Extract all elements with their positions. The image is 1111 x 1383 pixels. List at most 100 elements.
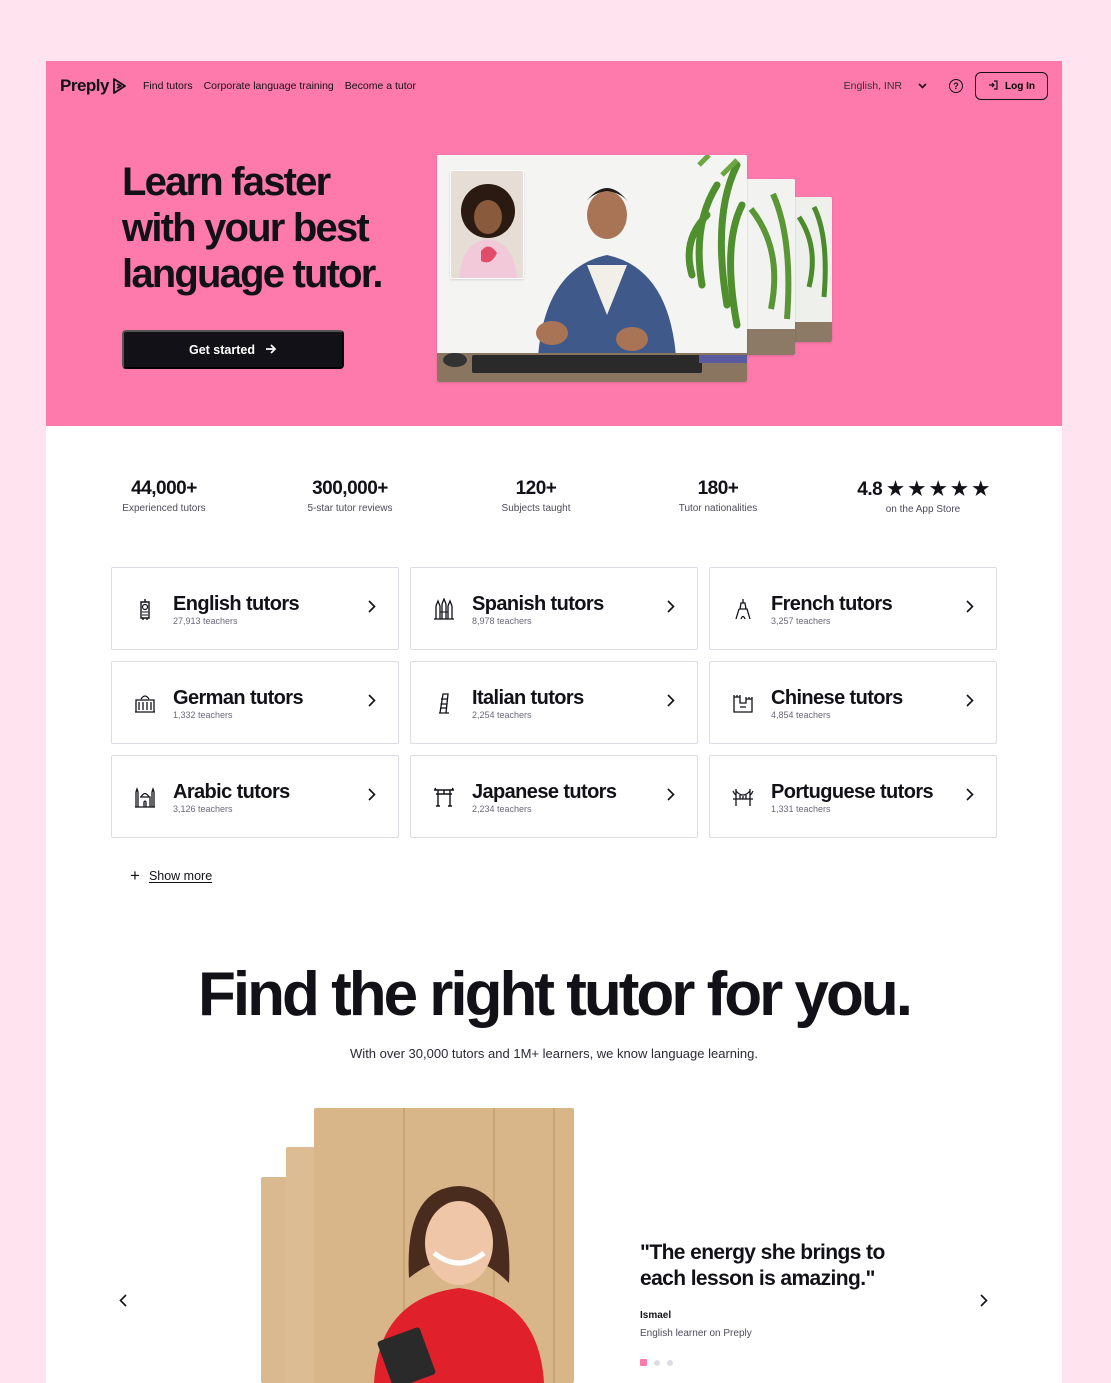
find-tutor-subtitle: With over 30,000 tutors and 1M+ learners… bbox=[350, 1046, 758, 1061]
card-title: Chinese tutors bbox=[771, 686, 903, 709]
chevron-right-icon bbox=[368, 599, 376, 618]
tutor-card-english[interactable]: English tutors 27,913 teachers bbox=[111, 567, 399, 650]
preply-logo[interactable]: Preply bbox=[60, 76, 127, 96]
chevron-right-icon bbox=[966, 787, 974, 806]
stat-subjects: 120+ Subjects taught bbox=[482, 478, 590, 514]
carousel-dot[interactable] bbox=[640, 1359, 647, 1366]
card-count: 2,254 teachers bbox=[472, 709, 532, 720]
stat-value: 120+ bbox=[515, 478, 557, 499]
carousel-prev-arrow[interactable] bbox=[119, 1294, 127, 1312]
stat-label: on the App Store bbox=[885, 504, 961, 515]
tutor-card-italian[interactable]: Italian tutors 2,254 teachers bbox=[410, 661, 698, 744]
tutor-card-arabic[interactable]: Arabic tutors 3,126 teachers bbox=[111, 755, 399, 838]
tutor-card-chinese[interactable]: Chinese tutors 4,854 teachers bbox=[709, 661, 997, 744]
nav-link-find-tutors[interactable]: Find tutors bbox=[143, 80, 193, 92]
stat-value: 180+ bbox=[697, 478, 739, 499]
tutor-card-spanish[interactable]: Spanish tutors 8,978 teachers bbox=[410, 567, 698, 650]
carousel-next-arrow[interactable] bbox=[980, 1294, 988, 1312]
card-count: 2,234 teachers bbox=[472, 803, 532, 814]
card-title: Arabic tutors bbox=[173, 780, 290, 803]
help-icon[interactable]: ? bbox=[949, 79, 963, 93]
tutor-card-french[interactable]: French tutors 3,257 teachers bbox=[709, 567, 997, 650]
card-text: Arabic tutors 3,126 teachers bbox=[173, 780, 368, 814]
show-more-button[interactable]: + Show more bbox=[130, 867, 212, 884]
chevron-right-icon bbox=[667, 693, 675, 712]
chevron-right-icon bbox=[966, 693, 974, 712]
card-count: 4,854 teachers bbox=[771, 709, 831, 720]
show-more-label: Show more bbox=[148, 868, 213, 883]
chevron-right-icon bbox=[966, 599, 974, 618]
hero-title-line: language tutor. bbox=[122, 252, 383, 296]
card-count: 1,332 teachers bbox=[173, 709, 233, 720]
stat-value: 44,000+ bbox=[131, 478, 197, 499]
hero-title: Learn faster with your best language tut… bbox=[122, 159, 383, 297]
mosque-icon bbox=[134, 786, 156, 808]
stat-experienced-tutors: 44,000+ Experienced tutors bbox=[108, 478, 220, 514]
carousel-dot[interactable] bbox=[654, 1359, 660, 1366]
chevron-right-icon bbox=[368, 693, 376, 712]
card-text: German tutors 1,332 teachers bbox=[173, 686, 368, 720]
page-frame: Preply Find tutors Corporate language tr… bbox=[46, 61, 1062, 1383]
card-text: Chinese tutors 4,854 teachers bbox=[771, 686, 966, 720]
login-button[interactable]: Log In bbox=[975, 72, 1048, 100]
chevron-right-icon bbox=[368, 787, 376, 806]
card-text: Spanish tutors 8,978 teachers bbox=[472, 592, 667, 626]
card-count: 27,913 teachers bbox=[173, 615, 238, 626]
card-text: Portuguese tutors 1,331 teachers bbox=[771, 780, 966, 814]
stat-value: 300,000+ bbox=[312, 478, 388, 499]
card-title: Portuguese tutors bbox=[771, 780, 934, 803]
bridge-icon bbox=[732, 786, 754, 808]
testimonial-quote: "The energy she brings to each lesson is… bbox=[640, 1240, 885, 1292]
testimonial-author: Ismael bbox=[640, 1310, 672, 1321]
testimonial-photo bbox=[314, 1108, 574, 1383]
card-title: German tutors bbox=[173, 686, 304, 709]
chevron-right-icon bbox=[667, 787, 675, 806]
get-started-button[interactable]: Get started bbox=[122, 330, 344, 369]
carousel-dot[interactable] bbox=[667, 1359, 673, 1366]
stat-label: Experienced tutors bbox=[122, 503, 206, 514]
hero-title-line: with your best bbox=[122, 206, 370, 250]
card-text: French tutors 3,257 teachers bbox=[771, 592, 966, 626]
card-count: 8,978 teachers bbox=[472, 615, 532, 626]
hero-title-line: Learn faster bbox=[122, 160, 331, 204]
card-title: French tutors bbox=[771, 592, 893, 615]
top-nav: Preply Find tutors Corporate language tr… bbox=[60, 72, 1048, 100]
tutor-card-portuguese[interactable]: Portuguese tutors 1,331 teachers bbox=[709, 755, 997, 838]
arrow-right-icon bbox=[265, 343, 277, 357]
chevron-down-icon bbox=[918, 80, 927, 92]
image-stack-middle bbox=[743, 179, 795, 355]
card-count: 3,126 teachers bbox=[173, 803, 233, 814]
stat-reviews: 300,000+ 5-star tutor reviews bbox=[292, 478, 408, 514]
stat-label: 5-star tutor reviews bbox=[307, 503, 393, 514]
great-wall-icon bbox=[732, 692, 754, 714]
leaning-tower-icon bbox=[433, 692, 455, 714]
preply-logo-icon bbox=[112, 77, 127, 95]
sagrada-familia-icon bbox=[433, 597, 455, 620]
language-currency-selector[interactable]: English, INR bbox=[844, 80, 927, 92]
eiffel-tower-icon bbox=[732, 598, 754, 620]
card-text: Japanese tutors 2,234 teachers bbox=[472, 780, 667, 814]
stat-label: Subjects taught bbox=[501, 503, 571, 514]
card-count: 3,257 teachers bbox=[771, 615, 831, 626]
nav-link-corporate-training[interactable]: Corporate language training bbox=[204, 80, 334, 92]
quote-line: "The energy she brings to bbox=[640, 1241, 885, 1264]
stat-nationalities: 180+ Tutor nationalities bbox=[658, 478, 778, 514]
login-icon bbox=[988, 79, 998, 93]
card-title: Japanese tutors bbox=[472, 780, 617, 803]
card-text: English tutors 27,913 teachers bbox=[173, 592, 368, 626]
find-tutor-heading: Find the right tutor for you. bbox=[198, 960, 913, 1029]
plus-icon: + bbox=[130, 866, 140, 885]
tutor-card-japanese[interactable]: Japanese tutors 2,234 teachers bbox=[410, 755, 698, 838]
card-text: Italian tutors 2,254 teachers bbox=[472, 686, 667, 720]
stat-app-store-rating: 4.8 ★ ★ ★ ★ ★ on the App Store bbox=[842, 478, 1004, 515]
nav-link-become-tutor[interactable]: Become a tutor bbox=[345, 80, 416, 92]
hero-video-call-image bbox=[437, 155, 837, 385]
tutor-card-german[interactable]: German tutors 1,332 teachers bbox=[111, 661, 399, 744]
big-ben-icon bbox=[134, 598, 156, 620]
image-stack-back bbox=[789, 197, 832, 342]
logo-text: Preply bbox=[60, 76, 109, 95]
chevron-right-icon bbox=[667, 599, 675, 618]
get-started-label: Get started bbox=[189, 342, 255, 357]
stat-label: Tutor nationalities bbox=[678, 503, 758, 514]
card-title: Italian tutors bbox=[472, 686, 584, 709]
